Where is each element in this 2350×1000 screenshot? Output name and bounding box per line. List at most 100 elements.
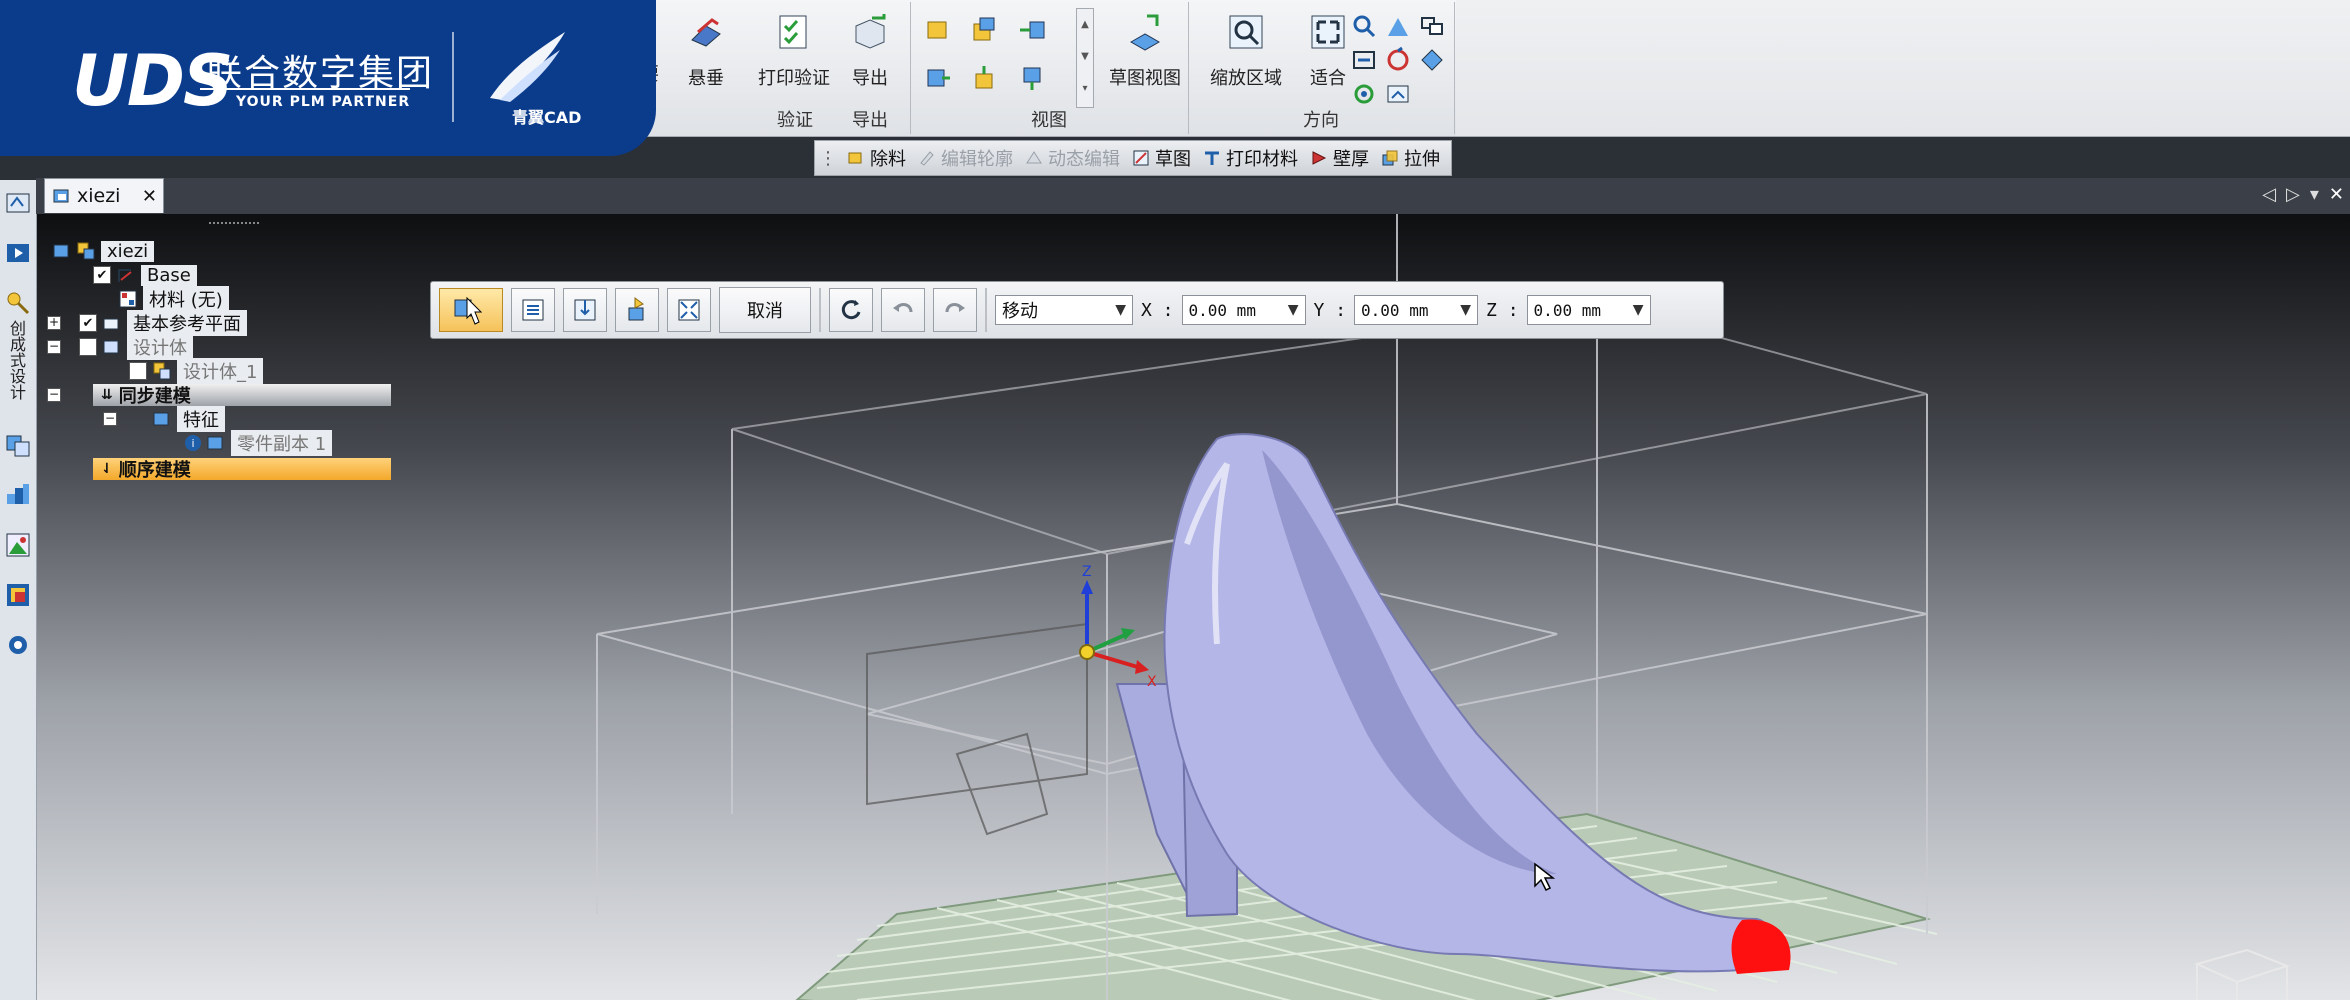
zoom-icon[interactable] [1350,12,1378,40]
dynamic-edit-button[interactable]: 动态编辑 [1019,145,1126,171]
mode-select[interactable]: 移动 ▼ [995,295,1133,325]
print-verify-icon [779,15,807,49]
rotate-icon[interactable] [1384,46,1412,74]
base-checkbox[interactable]: ✔ [93,266,111,284]
tab-next-icon[interactable]: ▷ [2286,184,2300,205]
ribbon-group-label-export: 导出 [852,110,888,131]
x-value-field[interactable]: 0.00 mm ▼ [1181,295,1306,325]
tree-sync-row[interactable]: − [47,384,61,406]
view-back-icon[interactable] [1018,64,1046,92]
tree-root[interactable]: xiezi [53,240,155,262]
sketch-button[interactable]: 草图 [1126,145,1197,171]
tree-sync-modeling[interactable]: ⇊ 同步建模 [93,384,391,407]
tree-feature[interactable]: − 特征 [103,406,225,432]
window-icon[interactable] [1418,12,1446,40]
tree-material[interactable]: 材料 (无) [119,286,229,312]
zoom-area-button[interactable]: 缩放区域 [1198,10,1294,104]
tree-design-body-1[interactable]: 设计体_1 [129,358,264,384]
tab-xiezi[interactable]: xiezi ✕ [44,178,164,213]
extrude-button[interactable]: 拉伸 [1375,145,1446,171]
path-finder-panel: xiezi ✔ Base 材料 (无) + ✔ 基本参考平面 − 设计体 设计体… [37,214,427,481]
step-select-button[interactable] [439,288,503,332]
wing-logo-icon [490,32,565,102]
collapse-feature-icon[interactable]: − [103,412,117,426]
place-button[interactable] [615,288,659,332]
undo-icon [893,303,913,313]
tab-prev-icon[interactable]: ◁ [2262,184,2276,205]
design-body-checkbox[interactable] [79,338,97,356]
tree-material-label: 材料 (无) [143,286,229,312]
appearance-icon[interactable] [5,532,31,558]
view-gallery-scroll[interactable]: ▲ ▼ ▾ [1076,8,1094,108]
x-value: 0.00 mm [1188,300,1256,320]
tree-ordered-modeling[interactable]: ⇃ 顺序建模 [93,458,391,481]
design-body-1-checkbox[interactable] [129,362,147,380]
ref-planes-checkbox[interactable]: ✔ [79,314,97,332]
wall-thickness-icon [1312,151,1327,165]
print-material-button[interactable]: 打印材料 [1197,145,1304,171]
orbit-icon[interactable] [1350,80,1378,108]
cut-button[interactable]: 除料 [841,145,912,171]
generative-design-icon[interactable] [5,290,31,316]
tree-part-copy[interactable]: i 零件副本 1 [185,430,333,456]
scene-icon[interactable] [5,582,31,608]
tree-part-copy-label: 零件副本 1 [231,430,333,456]
path-finder-icon[interactable] [5,190,31,216]
sketch-view-button[interactable]: 草图视图 [1102,10,1188,104]
spin-icon[interactable] [1418,46,1446,74]
collapse-design-body-icon[interactable]: − [47,340,61,354]
view-iso-icon[interactable] [970,16,998,44]
redo-button[interactable] [933,288,977,332]
graphics-viewport[interactable]: Z X xiezi ✔ Base 材料 (无) + ✔ 基本参考平面 − 设计体… [37,214,2350,1000]
reset-button[interactable] [829,288,873,332]
tree-base[interactable]: ✔ Base [93,264,197,286]
undo-button[interactable] [881,288,925,332]
tree-design-body[interactable]: − 设计体 [47,334,193,360]
z-label: Z : [1486,299,1519,321]
generative-design-label[interactable]: 创成式设计 [6,320,28,400]
view-right-icon[interactable] [1018,16,1046,44]
fit-to-plate-button[interactable] [563,288,607,332]
brand-tagline: YOUR PLM PARTNER [236,94,411,110]
panel-grip[interactable] [209,222,259,228]
layers-icon[interactable] [5,432,31,458]
y-value-field[interactable]: 0.00 mm ▼ [1354,295,1479,325]
tree-ref-planes-label: 基本参考平面 [127,310,247,336]
view-bottom-icon[interactable] [970,64,998,92]
overhang-button[interactable]: 悬垂 [670,10,742,104]
tab-list-icon[interactable]: ▾ [2310,184,2319,205]
options-button[interactable] [511,288,555,332]
close-all-icon[interactable]: ✕ [2329,184,2344,205]
expand-ref-planes-icon[interactable]: + [47,316,61,330]
zoom-area-icon [1229,15,1263,49]
export-button[interactable]: 导出 [834,10,906,104]
tree-ref-planes[interactable]: + ✔ 基本参考平面 [47,310,247,336]
z-value-field[interactable]: 0.00 mm ▼ [1526,295,1651,325]
fit-to-plate-icon [574,299,596,321]
previous-view-icon[interactable] [1350,46,1378,74]
toolbar-grip[interactable]: ⋮ [815,148,841,169]
feature-toolbar: ⋮ 除料 编辑轮廓 动态编辑 草图 打印材料 壁厚 拉伸 [814,140,1452,176]
library-icon[interactable] [5,482,31,508]
cancel-button[interactable]: 取消 [719,287,811,333]
close-tab-icon[interactable]: ✕ [142,186,157,207]
y-label: Y : [1313,299,1347,321]
pan-icon[interactable] [1384,12,1412,40]
fit-view-icon [678,299,700,321]
playback-icon[interactable] [5,240,31,266]
wall-thickness-button[interactable]: 壁厚 [1304,145,1375,171]
collapse-sync-icon[interactable]: − [47,388,61,402]
z-value: 0.00 mm [1533,300,1601,320]
zoom-area-label: 缩放区域 [1210,68,1282,89]
print-verify-button[interactable]: 打印验证 [746,10,842,104]
tab-label: xiezi [77,185,121,207]
view-top-icon[interactable] [924,16,952,44]
view-front-icon[interactable] [924,64,952,92]
material-icon [119,290,137,308]
edit-profile-button[interactable]: 编辑轮廓 [912,145,1019,171]
view-options-icon[interactable] [1384,80,1412,108]
settings-icon[interactable] [5,632,31,658]
cut-icon [848,152,862,164]
view-cube[interactable] [2194,948,2290,1000]
fit-view-button[interactable] [667,288,711,332]
